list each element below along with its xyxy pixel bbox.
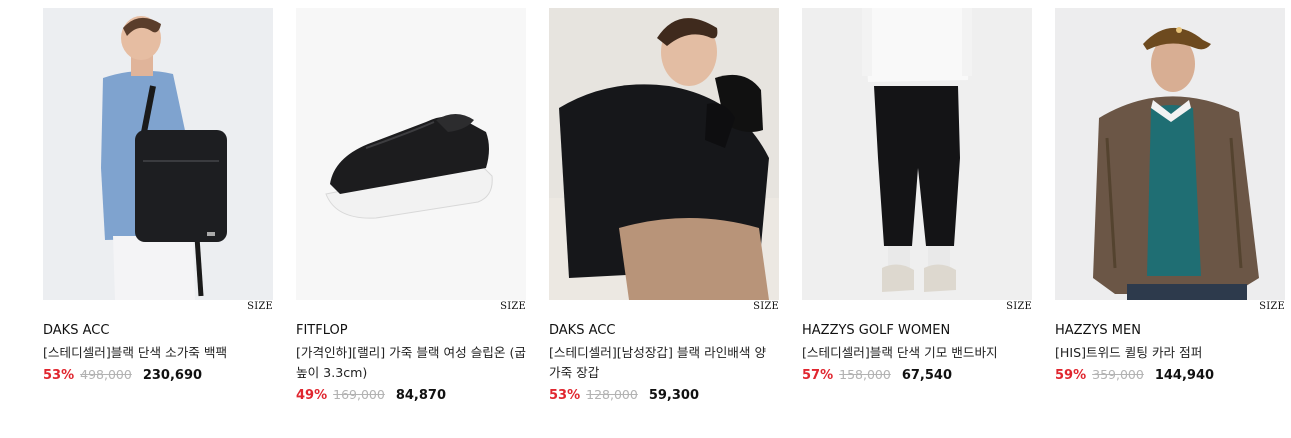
- original-price: 359,000: [1092, 367, 1144, 382]
- product-image[interactable]: [802, 8, 1032, 300]
- product-name[interactable]: [HIS]트위드 퀼팅 카라 점퍼: [1055, 343, 1285, 363]
- sale-price: 230,690: [142, 368, 203, 383]
- price-row: 57% 158,000 67,540: [802, 366, 1032, 385]
- size-label[interactable]: SIZE: [1055, 301, 1285, 317]
- price-row: 49% 169,000 84,870: [296, 386, 526, 405]
- product-brand[interactable]: DAKS ACC: [43, 322, 273, 340]
- gloves-model-photo: [549, 8, 779, 300]
- product-brand[interactable]: FITFLOP: [296, 322, 526, 340]
- product-card[interactable]: SIZE DAKS ACC [스테디셀러][남성장갑] 블랙 라인배색 양 가죽…: [549, 8, 779, 405]
- sale-price: 67,540: [901, 368, 952, 383]
- size-label[interactable]: SIZE: [802, 301, 1032, 317]
- pants-model-photo: [802, 8, 1032, 300]
- discount-rate: 49%: [296, 388, 328, 403]
- product-name[interactable]: [스테디셀러]블랙 단색 기모 밴드바지: [802, 343, 1032, 363]
- discount-rate: 59%: [1055, 368, 1087, 383]
- sale-price: 59,300: [648, 388, 699, 403]
- product-brand[interactable]: HAZZYS GOLF WOMEN: [802, 322, 1032, 340]
- product-grid: SIZE DAKS ACC [스테디셀러]블랙 단색 소가죽 백팩 53% 49…: [43, 8, 1285, 405]
- backpack-model-photo: [43, 8, 273, 300]
- product-card[interactable]: SIZE HAZZYS MEN [HIS]트위드 퀼팅 카라 점퍼 59% 35…: [1055, 8, 1285, 405]
- price-row: 59% 359,000 144,940: [1055, 366, 1285, 385]
- original-price: 498,000: [80, 367, 132, 382]
- original-price: 158,000: [839, 367, 891, 382]
- original-price: 169,000: [333, 387, 385, 402]
- product-image[interactable]: [43, 8, 273, 300]
- product-name[interactable]: [가격인하][랠리] 가죽 블랙 여성 슬립온 (굽높이 3.3cm): [296, 343, 526, 383]
- size-label[interactable]: SIZE: [43, 301, 273, 317]
- original-price: 128,000: [586, 387, 638, 402]
- product-card[interactable]: SIZE HAZZYS GOLF WOMEN [스테디셀러]블랙 단색 기모 밴…: [802, 8, 1032, 405]
- price-row: 53% 498,000 230,690: [43, 366, 273, 385]
- discount-rate: 53%: [549, 388, 581, 403]
- sale-price: 144,940: [1154, 368, 1215, 383]
- discount-rate: 53%: [43, 368, 75, 383]
- size-label[interactable]: SIZE: [549, 301, 779, 317]
- jacket-model-photo: [1055, 8, 1285, 300]
- price-row: 53% 128,000 59,300: [549, 386, 779, 405]
- size-label[interactable]: SIZE: [296, 301, 526, 317]
- sale-price: 84,870: [395, 388, 446, 403]
- product-image[interactable]: [1055, 8, 1285, 300]
- product-brand[interactable]: DAKS ACC: [549, 322, 779, 340]
- product-name[interactable]: [스테디셀러]블랙 단색 소가죽 백팩: [43, 343, 273, 363]
- discount-rate: 57%: [802, 368, 834, 383]
- product-brand[interactable]: HAZZYS MEN: [1055, 322, 1285, 340]
- product-image[interactable]: [549, 8, 779, 300]
- product-card[interactable]: SIZE FITFLOP [가격인하][랠리] 가죽 블랙 여성 슬립온 (굽높…: [296, 8, 526, 405]
- product-name[interactable]: [스테디셀러][남성장갑] 블랙 라인배색 양 가죽 장갑: [549, 343, 779, 383]
- product-card[interactable]: SIZE DAKS ACC [스테디셀러]블랙 단색 소가죽 백팩 53% 49…: [43, 8, 273, 405]
- slip-on-shoe-photo: [296, 8, 526, 300]
- product-image[interactable]: [296, 8, 526, 300]
